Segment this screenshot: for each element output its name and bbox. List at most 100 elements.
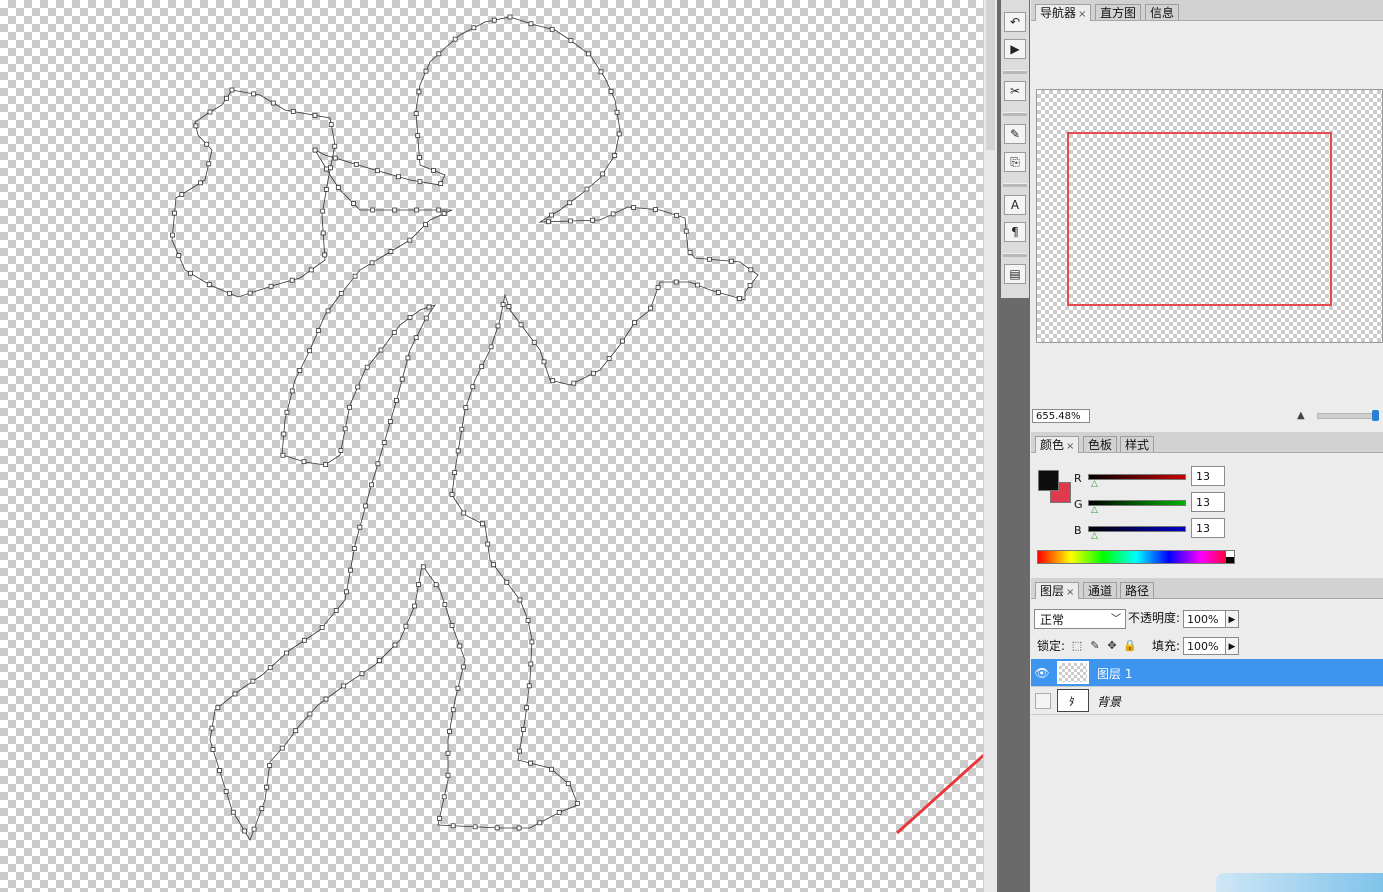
anchor-point[interactable] (193, 123, 199, 129)
anchor-point[interactable] (215, 705, 221, 711)
anchor-point[interactable] (687, 249, 693, 255)
anchor-point[interactable] (445, 772, 451, 778)
anchor-point[interactable] (491, 17, 497, 23)
anchor-point[interactable] (463, 405, 469, 410)
anchor-point[interactable] (355, 384, 361, 390)
anchor-point[interactable] (270, 100, 276, 106)
anchor-point[interactable] (230, 809, 236, 815)
anchor-point[interactable] (407, 237, 413, 243)
anchor-point[interactable] (518, 322, 524, 328)
anchor-point[interactable] (571, 380, 577, 386)
anchor-point[interactable] (412, 603, 417, 609)
anchor-point[interactable] (381, 440, 387, 446)
anchor-point[interactable] (707, 256, 712, 262)
anchor-point[interactable] (673, 279, 679, 285)
anchor-point[interactable] (616, 131, 622, 137)
anchor-point[interactable] (541, 359, 547, 365)
character-icon[interactable]: A (1004, 195, 1026, 215)
anchor-point[interactable] (426, 304, 432, 310)
blend-mode-select[interactable]: 正常 ﹀ (1034, 609, 1126, 629)
anchor-point[interactable] (447, 729, 452, 734)
anchor-point[interactable] (416, 89, 422, 95)
paragraph-icon[interactable]: ¶ (1004, 222, 1026, 242)
anchor-point[interactable] (567, 200, 573, 206)
anchor-point[interactable] (416, 582, 421, 587)
anchor-point[interactable] (229, 87, 235, 93)
anchor-point[interactable] (610, 211, 616, 217)
anchor-point[interactable] (504, 579, 510, 585)
anchor-point[interactable] (620, 338, 625, 344)
anchor-point[interactable] (320, 208, 326, 214)
anchor-point[interactable] (507, 14, 513, 20)
navigator-preview[interactable] (1036, 89, 1383, 343)
anchor-point[interactable] (280, 452, 286, 458)
zoom-slider[interactable] (1317, 413, 1379, 419)
tab-info[interactable]: 信息 (1145, 4, 1180, 20)
anchor-point[interactable] (452, 470, 458, 476)
anchor-point[interactable] (695, 282, 701, 288)
anchor-point[interactable] (546, 219, 551, 225)
anchor-point[interactable] (264, 784, 270, 790)
anchor-point[interactable] (452, 36, 458, 42)
lock-pixels-icon[interactable]: ✎ (1089, 640, 1101, 652)
anchor-point[interactable] (342, 426, 348, 432)
anchor-point[interactable] (332, 143, 338, 149)
anchor-point[interactable] (606, 356, 612, 361)
anchor-point[interactable] (315, 328, 321, 333)
anchor-point[interactable] (293, 728, 299, 734)
anchor-point[interactable] (459, 426, 465, 432)
anchor-point[interactable] (312, 147, 318, 153)
anchor-point[interactable] (438, 181, 444, 186)
anchor-point[interactable] (748, 267, 754, 273)
anchor-point[interactable] (312, 112, 318, 118)
anchor-point[interactable] (250, 678, 256, 684)
opacity-input[interactable]: 100% (1183, 610, 1227, 628)
anchor-point[interactable] (747, 283, 753, 288)
anchor-point[interactable] (332, 155, 338, 161)
anchor-point[interactable] (341, 683, 347, 689)
clone-source-icon[interactable]: ⎘ (1004, 152, 1026, 172)
anchor-point[interactable] (338, 290, 344, 296)
anchor-point[interactable] (520, 727, 526, 732)
zoom-input[interactable]: 655.48% (1032, 409, 1090, 423)
anchor-point[interactable] (450, 707, 456, 713)
anchor-point[interactable] (549, 26, 555, 32)
anchor-point[interactable] (179, 192, 185, 197)
zoom-out-icon[interactable]: ▲ (1297, 410, 1305, 421)
anchor-point[interactable] (284, 650, 290, 656)
anchor-point[interactable] (290, 109, 296, 114)
anchor-point[interactable] (297, 368, 303, 373)
layer-row[interactable]: 👁 图层 1 (1031, 659, 1383, 687)
anchor-point[interactable] (405, 355, 411, 361)
anchor-point[interactable] (655, 285, 661, 290)
anchor-point[interactable] (206, 282, 212, 287)
vertical-scrollbar[interactable] (983, 0, 998, 892)
zoom-slider-knob[interactable] (1372, 410, 1379, 421)
anchor-point[interactable] (307, 711, 313, 717)
anchor-point[interactable] (460, 664, 466, 670)
anchor-point[interactable] (528, 21, 534, 27)
anchor-point[interactable] (413, 335, 419, 341)
anchor-point[interactable] (344, 589, 349, 595)
anchor-point[interactable] (445, 750, 451, 756)
anchor-point[interactable] (242, 828, 248, 834)
visibility-toggle[interactable] (1035, 693, 1051, 709)
anchor-point[interactable] (470, 384, 476, 390)
anchor-point[interactable] (369, 482, 374, 488)
anchor-point[interactable] (333, 608, 339, 613)
anchor-point[interactable] (471, 25, 477, 31)
anchor-point[interactable] (442, 602, 448, 608)
actions-play-icon[interactable]: ▶ (1004, 39, 1026, 59)
anchor-point[interactable] (480, 521, 485, 527)
anchor-point[interactable] (586, 51, 591, 57)
anchor-point[interactable] (436, 207, 442, 213)
anchor-point[interactable] (320, 230, 326, 236)
tab-layers[interactable]: 图层 × (1035, 582, 1080, 599)
tab-paths[interactable]: 路径 (1120, 582, 1155, 598)
anchor-point[interactable] (600, 171, 606, 177)
anchor-point[interactable] (524, 705, 529, 711)
close-icon[interactable]: × (1066, 441, 1074, 452)
anchor-point[interactable] (251, 91, 257, 97)
anchor-point[interactable] (517, 748, 522, 754)
anchor-point[interactable] (223, 789, 229, 794)
